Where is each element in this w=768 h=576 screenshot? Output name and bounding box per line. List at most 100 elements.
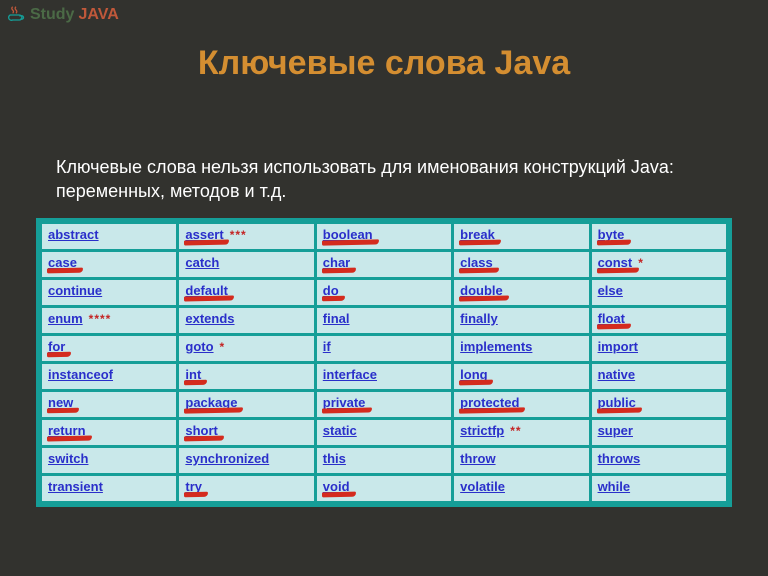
keyword-link[interactable]: instanceof: [48, 367, 113, 382]
keyword-note: ***: [230, 228, 247, 242]
keyword-link[interactable]: volatile: [460, 479, 505, 494]
keyword-link[interactable]: throw: [460, 451, 495, 466]
keyword-link[interactable]: this: [323, 451, 346, 466]
keyword-cell: switch: [42, 448, 176, 473]
keyword-link[interactable]: void: [323, 479, 350, 494]
keyword-cell: assert ***: [179, 224, 313, 249]
keyword-link[interactable]: float: [598, 311, 625, 326]
keyword-link[interactable]: public: [598, 395, 636, 410]
keyword-link[interactable]: try: [185, 479, 202, 494]
keyword-cell: transient: [42, 476, 176, 501]
keyword-link[interactable]: interface: [323, 367, 377, 382]
logo-text-java: JAVA: [78, 6, 118, 24]
keyword-link[interactable]: double: [460, 283, 503, 298]
keyword-link[interactable]: super: [598, 423, 633, 438]
keyword-cell: catch: [179, 252, 313, 277]
keyword-cell: synchronized: [179, 448, 313, 473]
keyword-link[interactable]: else: [598, 283, 623, 298]
keyword-link[interactable]: break: [460, 227, 495, 242]
keyword-link[interactable]: static: [323, 423, 357, 438]
keyword-cell: extends: [179, 308, 313, 333]
keyword-link[interactable]: abstract: [48, 227, 99, 242]
keyword-link[interactable]: char: [323, 255, 350, 270]
keyword-cell: double: [454, 280, 588, 305]
keyword-link[interactable]: case: [48, 255, 77, 270]
keyword-link[interactable]: native: [598, 367, 636, 382]
keyword-link[interactable]: package: [185, 395, 237, 410]
keyword-cell: finally: [454, 308, 588, 333]
keyword-link[interactable]: final: [323, 311, 350, 326]
keyword-cell: volatile: [454, 476, 588, 501]
keyword-cell: const*: [592, 252, 726, 277]
keyword-cell: do: [317, 280, 451, 305]
keyword-link[interactable]: class: [460, 255, 493, 270]
keyword-link[interactable]: return: [48, 423, 86, 438]
keyword-link[interactable]: throws: [598, 451, 641, 466]
keyword-cell: while: [592, 476, 726, 501]
keyword-link[interactable]: protected: [460, 395, 519, 410]
keyword-cell: long: [454, 364, 588, 389]
cup-icon: [6, 4, 26, 26]
keyword-cell: protected: [454, 392, 588, 417]
keyword-link[interactable]: synchronized: [185, 451, 269, 466]
keyword-link[interactable]: finally: [460, 311, 498, 326]
keyword-link[interactable]: continue: [48, 283, 102, 298]
keyword-cell: for: [42, 336, 176, 361]
keyword-cell: continue: [42, 280, 176, 305]
keyword-cell: byte: [592, 224, 726, 249]
keyword-link[interactable]: implements: [460, 339, 532, 354]
keyword-cell: new: [42, 392, 176, 417]
keyword-link[interactable]: boolean: [323, 227, 373, 242]
keyword-link[interactable]: goto: [185, 339, 213, 354]
keyword-cell: case: [42, 252, 176, 277]
keyword-cell: default: [179, 280, 313, 305]
keyword-link[interactable]: new: [48, 395, 73, 410]
keyword-cell: super: [592, 420, 726, 445]
keyword-link[interactable]: do: [323, 283, 339, 298]
keyword-cell: strictfp **: [454, 420, 588, 445]
keyword-link[interactable]: catch: [185, 255, 219, 270]
table-row: new package private protected public: [42, 392, 726, 417]
table-row: switch synchronized this throw throws: [42, 448, 726, 473]
keyword-link[interactable]: const: [598, 255, 633, 270]
keyword-cell: package: [179, 392, 313, 417]
keyword-cell: goto *: [179, 336, 313, 361]
keyword-link[interactable]: transient: [48, 479, 103, 494]
keyword-link[interactable]: import: [598, 339, 638, 354]
keyword-cell: enum****: [42, 308, 176, 333]
keyword-link[interactable]: while: [598, 479, 631, 494]
keyword-cell: float: [592, 308, 726, 333]
keyword-cell: abstract: [42, 224, 176, 249]
keyword-cell: return: [42, 420, 176, 445]
keyword-link[interactable]: int: [185, 367, 201, 382]
description-text: Ключевые слова нельзя использовать для и…: [56, 155, 712, 204]
table-row: transient try void volatile while: [42, 476, 726, 501]
keyword-link[interactable]: long: [460, 367, 487, 382]
page-title: Ключевые слова Java: [0, 44, 768, 83]
keyword-link[interactable]: assert: [185, 227, 223, 242]
keyword-link[interactable]: if: [323, 339, 331, 354]
keyword-link[interactable]: for: [48, 339, 65, 354]
keyword-link[interactable]: extends: [185, 311, 234, 326]
keyword-cell: throw: [454, 448, 588, 473]
keyword-cell: if: [317, 336, 451, 361]
keyword-cell: this: [317, 448, 451, 473]
keyword-link[interactable]: private: [323, 395, 366, 410]
keyword-cell: static: [317, 420, 451, 445]
keyword-cell: final: [317, 308, 451, 333]
keyword-cell: private: [317, 392, 451, 417]
keyword-link[interactable]: byte: [598, 227, 625, 242]
table-row: for goto * if implements import: [42, 336, 726, 361]
table-row: abstract assert *** boolean break byte: [42, 224, 726, 249]
keyword-link[interactable]: switch: [48, 451, 88, 466]
keyword-link[interactable]: short: [185, 423, 218, 438]
table-row: return short static strictfp ** super: [42, 420, 726, 445]
table-row: instanceof int interface long native: [42, 364, 726, 389]
keyword-cell: try: [179, 476, 313, 501]
keyword-note: **: [510, 424, 521, 438]
keyword-link[interactable]: strictfp: [460, 423, 504, 438]
keyword-note: *: [220, 340, 226, 354]
keyword-link[interactable]: enum: [48, 311, 83, 326]
keyword-link[interactable]: default: [185, 283, 228, 298]
keyword-cell: void: [317, 476, 451, 501]
